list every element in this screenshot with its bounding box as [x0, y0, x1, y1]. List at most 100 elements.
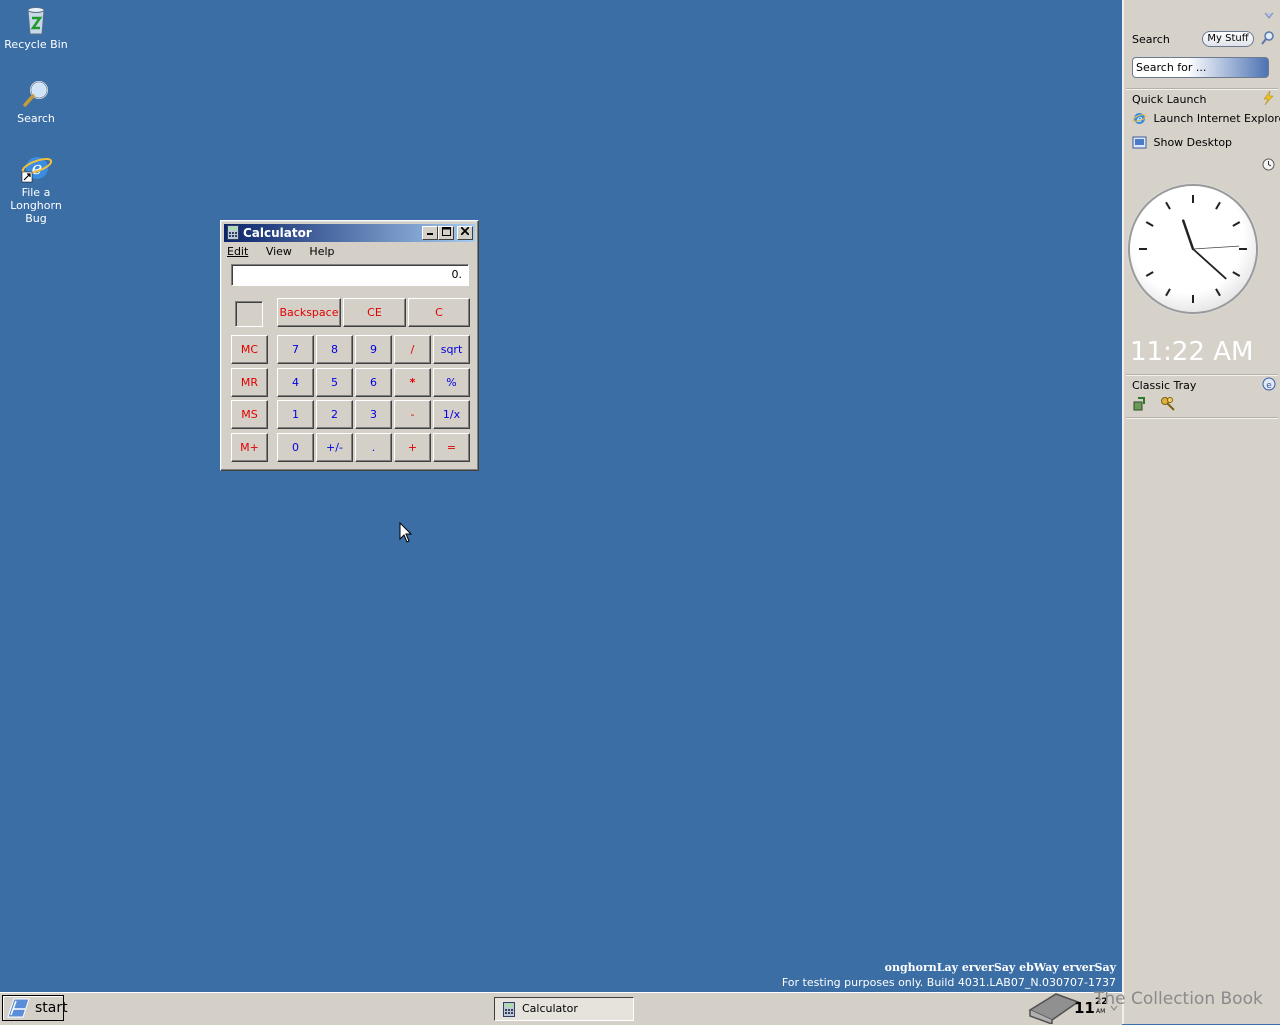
keys-tray-icon[interactable] — [1160, 396, 1176, 412]
taskbar-item-label: Calculator — [522, 998, 578, 1020]
calculator-titlebar[interactable]: Calculator — [224, 224, 475, 242]
internet-explorer-icon: e — [1132, 111, 1147, 126]
clock-hour-hand — [1183, 221, 1193, 249]
clear-button[interactable]: C — [408, 298, 470, 327]
digit-0-button[interactable]: 0 — [277, 433, 314, 462]
start-label: start — [35, 996, 68, 1020]
add-button[interactable]: + — [394, 433, 431, 462]
search-icon[interactable] — [1261, 31, 1275, 45]
my-stuff-button[interactable]: My Stuff — [1202, 31, 1254, 47]
taskbar: start Calculator — [0, 992, 1122, 1025]
clock-tick — [1233, 272, 1240, 276]
tray-clock-hour: 11 — [1074, 999, 1095, 1017]
clock-tick — [1166, 202, 1170, 209]
equals-button[interactable]: = — [433, 433, 470, 462]
quick-launch-item-show-desktop[interactable]: Show Desktop — [1132, 135, 1280, 151]
memory-store-button[interactable]: MS — [231, 400, 268, 429]
desktop-icon-recycle-bin[interactable]: Recycle Bin — [0, 4, 72, 51]
calculator-display: 0. — [231, 264, 469, 286]
desktop-icon-label: Recycle Bin — [0, 38, 72, 51]
minimize-button[interactable] — [422, 226, 438, 240]
memory-clear-button[interactable]: MC — [231, 335, 268, 364]
quick-launch-item-ie[interactable]: e Launch Internet Explorer — [1132, 111, 1280, 127]
quick-launch-title: Quick Launch — [1132, 93, 1206, 106]
window-title: Calculator — [243, 224, 312, 242]
chevron-down-icon[interactable] — [1264, 12, 1274, 20]
desktop-icon-label: Search — [0, 112, 72, 125]
quick-launch-label: Launch Internet Explorer — [1154, 112, 1280, 125]
desktop-icon-label: File a Longhorn Bug — [0, 186, 72, 225]
divider — [1126, 88, 1278, 90]
menu-view[interactable]: View — [266, 245, 292, 258]
sqrt-button[interactable]: sqrt — [433, 335, 470, 364]
taskbar-item-calculator[interactable]: Calculator — [494, 997, 634, 1021]
divider — [1126, 374, 1278, 376]
digit-8-button[interactable]: 8 — [316, 335, 353, 364]
svg-text:e: e — [1266, 381, 1272, 391]
clear-entry-button[interactable]: CE — [343, 298, 406, 327]
clock-tick — [1216, 202, 1220, 209]
minimize-icon — [426, 227, 434, 235]
recycle-bin-icon — [20, 4, 52, 36]
calculator-app-icon — [503, 1002, 515, 1017]
mouse-cursor-icon — [399, 522, 413, 544]
search-input[interactable]: Search for ... — [1132, 57, 1269, 78]
percent-button[interactable]: % — [433, 368, 470, 397]
classic-tray-title: Classic Tray — [1132, 379, 1196, 392]
sign-toggle-button[interactable]: +/- — [316, 433, 353, 462]
clock-tick — [1146, 272, 1153, 276]
maximize-icon — [442, 227, 451, 236]
multiply-button[interactable]: * — [394, 368, 431, 397]
clock-second-hand — [1193, 246, 1239, 249]
menu-edit[interactable]: Edit — [227, 245, 248, 258]
menu-help[interactable]: Help — [309, 245, 334, 258]
backspace-button[interactable]: Backspace — [277, 298, 341, 327]
calculator-window[interactable]: Calculator Edit View Help 0. Backspace C… — [220, 220, 479, 471]
clock-minute-hand — [1193, 249, 1226, 278]
sidebar: Search My Stuff Search for ... Quick Lau… — [1122, 0, 1280, 1024]
analog-clock — [1130, 186, 1256, 312]
clock-tick — [1166, 289, 1170, 296]
clock-tick — [1146, 222, 1153, 226]
clock-tick — [1233, 222, 1240, 226]
digit-3-button[interactable]: 3 — [355, 400, 392, 429]
close-icon — [461, 227, 469, 235]
digit-5-button[interactable]: 5 — [316, 368, 353, 397]
search-label: Search — [1132, 33, 1170, 46]
memory-add-button[interactable]: M+ — [231, 433, 268, 462]
close-button[interactable] — [457, 226, 473, 240]
maximize-button[interactable] — [438, 226, 454, 240]
decimal-point-button[interactable]: . — [355, 433, 392, 462]
calculator-app-icon — [227, 225, 239, 240]
windows-logo-icon — [5, 997, 31, 1019]
clock-digital-time: 11:22 AM — [1130, 337, 1253, 367]
lightning-icon — [1261, 91, 1275, 105]
digit-9-button[interactable]: 9 — [355, 335, 392, 364]
show-desktop-icon — [1132, 135, 1147, 150]
network-tray-icon[interactable] — [1132, 396, 1148, 412]
tray-options-icon[interactable]: e — [1262, 377, 1276, 391]
divide-button[interactable]: / — [394, 335, 431, 364]
internet-explorer-icon: e — [20, 152, 52, 184]
menu-bar: Edit View Help — [227, 245, 349, 261]
magnifier-icon — [20, 78, 52, 110]
start-button[interactable]: start — [2, 995, 64, 1021]
quick-launch-label: Show Desktop — [1154, 136, 1233, 149]
memory-indicator — [235, 301, 263, 327]
desktop-icon-search[interactable]: Search — [0, 78, 72, 125]
digit-1-button[interactable]: 1 — [277, 400, 314, 429]
clock-settings-icon[interactable] — [1262, 158, 1275, 171]
desktop-icon-file-longhorn-bug[interactable]: e File a Longhorn Bug — [0, 152, 72, 225]
digit-4-button[interactable]: 4 — [277, 368, 314, 397]
subtract-button[interactable]: - — [394, 400, 431, 429]
digit-2-button[interactable]: 2 — [316, 400, 353, 429]
digit-6-button[interactable]: 6 — [355, 368, 392, 397]
divider — [1126, 417, 1278, 419]
collection-overlay-text: The Collection Book — [1094, 989, 1263, 1009]
clock-tick — [1216, 289, 1220, 296]
digit-7-button[interactable]: 7 — [277, 335, 314, 364]
memory-recall-button[interactable]: MR — [231, 368, 268, 397]
build-watermark-line1: onghornLay erverSay ebWay erverSay — [885, 961, 1116, 974]
tray-clock-ampm: AM — [1096, 1008, 1105, 1015]
reciprocal-button[interactable]: 1/x — [433, 400, 470, 429]
